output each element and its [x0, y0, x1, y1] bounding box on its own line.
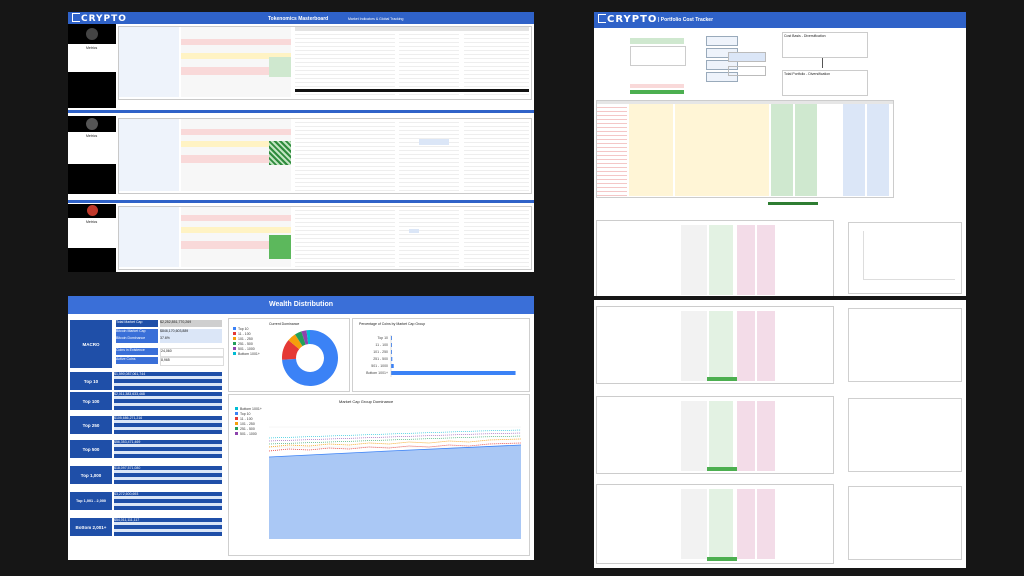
area-chart	[269, 407, 521, 539]
group-label-top2000: Top 1,001 - 2,000	[70, 492, 112, 510]
section-2-grid	[118, 118, 532, 194]
macro-row-label: Bitcoin Market Cap	[116, 329, 158, 336]
coin-logo-3	[68, 204, 116, 218]
ledger-4-chart	[848, 486, 962, 560]
crypto-logo-2: CRYPTO	[598, 14, 657, 25]
macro-row-label: Active Coins	[116, 357, 158, 364]
coins-bar-card: Percentage of Coins by Market Cap Group …	[352, 318, 530, 392]
dominance-pie-card: Current Dominance Top 10 11 - 100 101 - …	[228, 318, 350, 392]
section-1-metrics-label: Metrics	[86, 46, 98, 50]
coins-bar-chart: Top 10 11 - 100 101 - 250 251 - 500 501 - 10…	[366, 335, 516, 377]
bar-category-label: 251 - 500	[373, 357, 388, 361]
section-1-grid	[118, 26, 532, 100]
divider-bar-2	[68, 200, 534, 203]
wealth-header: Wealth Distribution	[68, 296, 534, 314]
group-label-top250: Top 250	[70, 416, 112, 434]
black-block-3	[68, 248, 116, 272]
section-2: Metrics	[68, 116, 534, 198]
bar-category-label: 101 - 250	[373, 350, 388, 354]
ledger-2	[596, 306, 834, 384]
bar-category-label: Top 10	[377, 336, 388, 340]
macro-row-value: 37.6%	[160, 336, 222, 343]
ledger-3-chart	[848, 398, 962, 472]
black-block-2	[68, 164, 116, 194]
masterboard-panel: CRYPTO Tokenomics Masterboard Market Ind…	[68, 12, 534, 272]
bar-mark	[391, 364, 394, 368]
macro-label: MACRO	[70, 320, 112, 368]
section-1: Metrics	[68, 24, 534, 108]
ledger-4	[596, 484, 834, 564]
bar-category-label: Bottom 1001+	[366, 371, 388, 375]
tracker-inputs	[596, 32, 686, 96]
cost-tracker-title: | Portfolio Cost Tracker	[658, 17, 714, 23]
masterboard-title: Tokenomics Masterboard	[268, 16, 329, 22]
wealth-panel: Wealth Distribution MACRO Total Market C…	[68, 296, 534, 560]
tracker-side-boxes	[728, 52, 768, 92]
group-label-top10: Top 10	[70, 372, 112, 390]
macro-row-label: Coins in Existence	[116, 348, 158, 355]
group-label-bottom: Bottom 2,001+	[70, 518, 112, 536]
dominance-donut	[282, 330, 338, 386]
cost-tracker-header: CRYPTO | Portfolio Cost Tracker	[594, 12, 966, 28]
area-title: Market Cap Group Dominance	[339, 399, 394, 404]
masterboard-header: CRYPTO Tokenomics Masterboard Market Ind…	[68, 12, 534, 24]
macro-row-label: Bitcoin Dominance	[116, 336, 158, 343]
macro-row-value: $846,170,603,889	[160, 329, 222, 336]
diversification-boxes: Cost Basis - Diversification Total Portf…	[782, 32, 868, 102]
coin-logo-2	[68, 116, 116, 132]
ledger-panel	[594, 300, 966, 568]
cost-tracker-panel: CRYPTO | Portfolio Cost Tracker Cost Bas…	[594, 12, 966, 296]
pie-title: Current Dominance	[269, 322, 300, 326]
macro-row-label: Total Market Cap	[116, 320, 158, 327]
group-value-top10: $1,590,087,061,744	[114, 372, 222, 390]
ledger-1-chart	[848, 222, 962, 294]
divider-bar-1	[68, 110, 534, 113]
section-3: Metrics	[68, 204, 534, 272]
group-dominance-card: Market Cap Group Dominance Bottom 1001+ …	[228, 394, 530, 556]
group-value-top500: $56,353,471,469	[114, 440, 222, 458]
wealth-title: Wealth Distribution	[268, 301, 334, 308]
bar-category-label: 11 - 100	[375, 343, 388, 347]
group-value-top2000: $3,272,600,693	[114, 492, 222, 510]
macro-row-value: 8,965	[160, 357, 224, 366]
bar-category-label: 501 - 1000	[371, 364, 388, 368]
macro-rows: Total Market Cap $2,252,851,770,269 Bitc…	[114, 320, 224, 370]
macro-row-value: 24,060	[160, 348, 224, 357]
coin-logo-1	[68, 24, 116, 44]
section-3-grid	[118, 206, 532, 270]
ledger-2-chart	[848, 308, 962, 382]
group-label-top1000: Top 1,000	[70, 466, 112, 484]
total-portfolio-box: Total Portfolio - Diversification	[782, 70, 868, 96]
group-label-top500: Top 500	[70, 440, 112, 458]
group-value-bottom: $54,011,111,117	[114, 518, 222, 536]
pie-legend: Top 10 11 - 100 101 - 250 251 - 500 501 …	[233, 327, 269, 357]
holdings-table	[596, 100, 894, 198]
section-2-metrics-label: Metrics	[86, 134, 98, 138]
bar-mark	[391, 371, 516, 375]
black-block-1	[68, 72, 116, 108]
masterboard-subtitle: Market Indicators & Global Tracking	[348, 17, 404, 21]
group-label-top100: Top 100	[70, 392, 112, 410]
ledger-3	[596, 396, 834, 474]
table-total-row	[596, 202, 892, 208]
section-3-metrics-label: Metrics	[86, 220, 98, 224]
group-value-top250: $105,686,271,216	[114, 416, 222, 434]
bar-title: Percentage of Coins by Market Cap Group	[359, 322, 426, 326]
ledger-1	[596, 220, 834, 296]
pie-legend-item: Bottom 1001+	[233, 352, 269, 357]
macro-row-value: $2,252,851,770,269	[160, 320, 222, 327]
crypto-logo: CRYPTO	[72, 13, 127, 24]
group-value-top100: $2,011,383,633,468	[114, 392, 222, 410]
cost-basis-box: Cost Basis - Diversification	[782, 32, 868, 58]
group-value-top1000: $18,097,571,080	[114, 466, 222, 484]
